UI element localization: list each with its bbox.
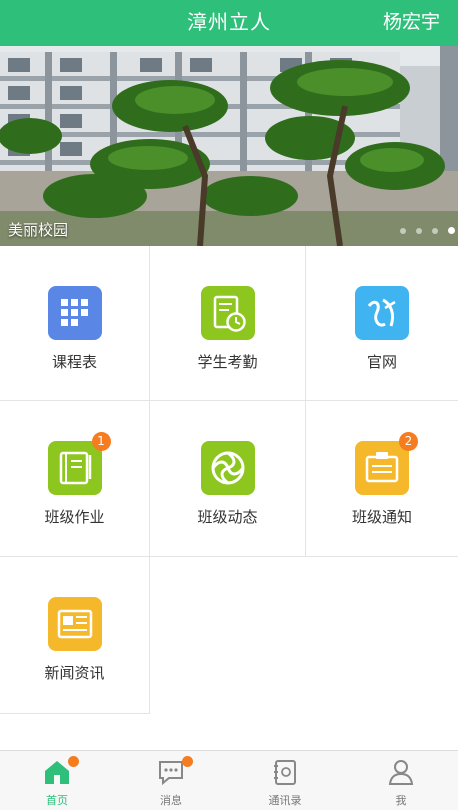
user-name[interactable]: 杨宏宇 <box>383 0 440 46</box>
carousel-dot <box>416 227 422 234</box>
tab-label: 首页 <box>46 794 68 807</box>
grid-item-schedule[interactable]: 课程表 <box>0 246 150 401</box>
grid-item-homework[interactable]: 1 班级作业 <box>0 401 150 557</box>
class-moments-icon <box>200 441 255 495</box>
homework-badge: 1 <box>91 432 111 451</box>
app-header: 漳州立人 杨宏宇 <box>0 0 458 46</box>
grid-item-attendance[interactable]: 学生考勤 <box>150 246 306 401</box>
home-icon <box>45 761 69 784</box>
campus-banner[interactable]: 美丽校园 <box>0 46 458 246</box>
grid-item-label: 班级动态 <box>197 508 258 526</box>
tab-label: 消息 <box>160 794 182 807</box>
campus-photo <box>0 46 458 246</box>
attendance-clock-icon <box>200 286 255 340</box>
carousel-dot-active <box>448 227 455 234</box>
notice-board-icon: 2 <box>355 432 418 495</box>
grid-item-label: 课程表 <box>51 353 97 371</box>
grid-item-label: 官网 <box>366 353 397 371</box>
schedule-grid-icon <box>47 286 102 340</box>
grid-item-class-notice[interactable]: 2 班级通知 <box>306 401 458 557</box>
tab-profile[interactable]: 我 <box>344 751 458 810</box>
tab-label: 通讯录 <box>268 794 302 807</box>
carousel-dot <box>432 227 438 234</box>
news-icon <box>47 597 102 651</box>
banner-caption: 美丽校园 <box>8 221 69 239</box>
tab-home[interactable]: 首页 <box>0 751 114 810</box>
home-tab-dot <box>68 756 79 767</box>
grid-item-label: 班级通知 <box>351 508 412 526</box>
contacts-icon <box>274 760 296 785</box>
website-logo-icon <box>355 286 409 340</box>
grid-item-news[interactable]: 新闻资讯 <box>0 557 150 714</box>
profile-icon <box>388 760 414 785</box>
tab-messages[interactable]: 消息 <box>114 751 228 810</box>
carousel-dot <box>400 227 406 234</box>
carousel-indicator <box>400 227 455 234</box>
feature-grid: 课程表 学生考勤 官网 1 班级作业 班级动态 2 班级通知 新闻资讯 <box>0 246 458 750</box>
message-icon <box>159 761 183 786</box>
grid-item-label: 班级作业 <box>44 508 105 526</box>
grid-item-website[interactable]: 官网 <box>306 246 458 401</box>
bottom-tab-bar: 首页 消息 通讯录 我 <box>0 750 458 810</box>
tab-label: 我 <box>395 794 407 807</box>
homework-book-icon: 1 <box>47 432 111 495</box>
grid-item-label: 学生考勤 <box>197 353 258 371</box>
grid-item-class-moments[interactable]: 班级动态 <box>150 401 306 557</box>
notice-badge: 2 <box>399 432 418 451</box>
messages-tab-dot <box>182 756 193 767</box>
tab-contacts[interactable]: 通讯录 <box>228 751 342 810</box>
grid-item-label: 新闻资讯 <box>44 664 105 682</box>
